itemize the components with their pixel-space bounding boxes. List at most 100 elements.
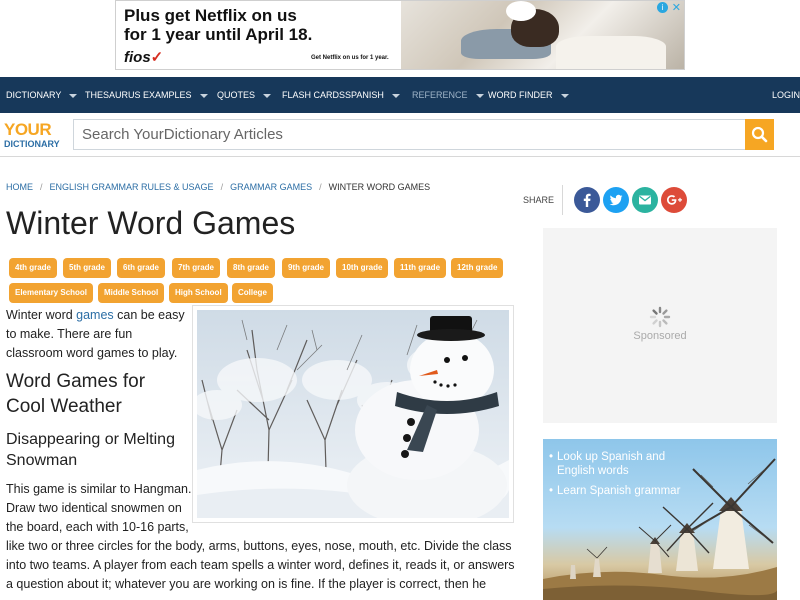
chevron-down-icon [475,93,484,98]
subsection-heading: Disappearing or Melting Snowman [6,429,175,471]
ad-info-icon[interactable]: i [657,2,668,13]
nav-item-label: FLASH CARDS [282,90,346,100]
logo-text-dictionary: DICTIONARY [4,139,60,149]
tag-grade[interactable]: 9th grade [282,258,331,278]
nav-item-label: SPANISH [345,90,384,100]
intro-text: can be easy [113,308,185,322]
promo-item-label: Learn Spanish grammar [557,485,681,497]
tag-grade[interactable]: 8th grade [227,258,276,278]
logo-text-your: YOUR [4,120,52,139]
nav-item-reference[interactable]: REFERENCE [412,77,484,113]
article-intro-line: classroom word games to play. [6,346,178,360]
nav-item-label: REFERENCE [412,90,468,100]
chevron-down-icon [263,93,272,98]
section-heading-line: Word Games for [6,371,146,392]
games-link[interactable]: games [76,308,114,322]
ad-brand-logo: fios✓ [124,48,163,66]
share-email-button[interactable] [632,187,658,213]
nav-item-quotes[interactable]: QUOTES [217,77,272,113]
share-facebook-button[interactable] [574,187,600,213]
page-title: Winter Word Games [6,205,296,241]
nav-item-label: QUOTES [217,90,256,100]
breadcrumb-home[interactable]: HOME [6,182,33,192]
breadcrumb-current: WINTER WORD GAMES [328,182,431,192]
article-intro-line: Winter word games can be easy [6,306,191,325]
tag-grade[interactable]: 5th grade [63,258,112,278]
chevron-down-icon [391,93,400,98]
nav-item-dictionary[interactable]: DICTIONARY [6,77,78,113]
nav-item-spanish[interactable]: SPANISH [345,77,400,113]
breadcrumb-grammar-games[interactable]: GRAMMAR GAMES [230,182,312,192]
nav-item-label: DICTIONARY [6,90,62,100]
search-input[interactable] [74,120,745,149]
article-image-frame [192,305,514,523]
tag-grade[interactable]: 11th grade [394,258,447,278]
article-intro: Winter word games can be easy to make. T… [6,306,191,363]
tag-school-level[interactable]: High School [169,283,228,303]
breadcrumb: HOME / ENGLISH GRAMMAR RULES & USAGE / GRAMM… [6,182,430,192]
promo-item-label: Look up Spanish and [557,451,666,463]
chevron-down-icon [560,93,569,98]
breadcrumb-grammar-rules[interactable]: ENGLISH GRAMMAR RULES & USAGE [50,182,214,192]
ad-fine-print: Get Netflix on us for 1 year. [311,55,389,61]
loading-spinner-icon [649,306,671,333]
share-google-plus-button[interactable] [661,187,687,213]
search-icon [751,126,768,143]
nav-item-examples[interactable]: EXAMPLES [143,77,208,113]
header-divider [0,156,800,157]
tag-grade[interactable]: 4th grade [9,258,58,278]
subsection-heading-line: Snowman [6,452,78,469]
nav-item-word-finder[interactable]: WORD FINDER [488,77,569,113]
ad-brand-check-icon: ✓ [150,49,164,66]
promo-item[interactable]: • Learn Spanish grammar [549,484,680,498]
ad-text-panel: Plus get Netflix on us for 1 year until … [116,1,404,69]
intro-text: Winter word [6,308,77,322]
section-heading-line: Cool Weather [6,396,122,417]
breadcrumb-separator: / [220,182,224,192]
tag-grade[interactable]: 6th grade [117,258,166,278]
ad-brand-text: fios [124,49,151,66]
tag-school-level[interactable]: Elementary School [9,283,94,303]
snowman-image [197,310,509,518]
page-root: Plus get Netflix on us for 1 year until … [0,0,800,600]
ad-close-icon[interactable]: ✕ [672,1,681,14]
breadcrumb-separator: / [40,182,43,192]
bullet-icon: • [549,485,554,497]
share-label: SHARE [523,195,555,205]
ad-headline: Plus get Netflix on us for 1 year until … [124,6,404,44]
ad-photo [401,1,684,69]
breadcrumb-separator: / [319,182,322,192]
tag-school-level[interactable]: College [232,283,273,303]
search-button[interactable] [745,119,774,150]
main-nav-bar: DICTIONARY THESAURUS EXAMPLES QUOTES FLA… [0,77,800,113]
ad-headline-line2: for 1 year until April 18. [124,25,313,44]
tag-grade[interactable]: 7th grade [172,258,221,278]
bullet-icon: • [549,451,554,463]
nav-item-thesaurus[interactable]: THESAURUS [85,77,141,113]
section-heading: Word Games for Cool Weather [6,369,145,419]
chevron-down-icon [199,93,208,98]
advertisement-banner[interactable]: Plus get Netflix on us for 1 year until … [115,0,685,70]
site-logo[interactable]: YOUR DICTIONARY [4,120,64,152]
sponsored-ad-box[interactable]: Sponsored [543,228,777,423]
share-twitter-button[interactable] [603,187,629,213]
article-body-line: a question about it; whatever you are wo… [6,577,487,591]
google-plus-icon [667,195,682,205]
sponsored-label: Sponsored [633,330,687,342]
tag-school-level[interactable]: Middle School [98,283,165,303]
email-icon [639,195,651,205]
nav-login-link[interactable]: LOGIN [772,77,800,113]
nav-item-label: EXAMPLES [143,90,192,100]
promo-item[interactable]: • Look up Spanish and [549,450,665,464]
article-body-line: like two or three circles for the body, … [6,539,512,553]
article-intro-line: to make. There are fun [6,327,133,341]
tag-grade[interactable]: 10th grade [336,258,389,278]
facebook-icon [583,193,591,207]
tag-grade[interactable]: 12th grade [451,258,504,278]
chevron-down-icon [69,93,78,98]
spanish-promo-banner[interactable]: • Look up Spanish and English words • Lear… [543,439,777,600]
nav-item-flash-cards[interactable]: FLASH CARDS [282,77,345,113]
article-body-line: into two teams. A player from each team … [6,558,515,572]
share-divider [562,185,563,215]
promo-item-continued[interactable]: English words [557,464,629,478]
